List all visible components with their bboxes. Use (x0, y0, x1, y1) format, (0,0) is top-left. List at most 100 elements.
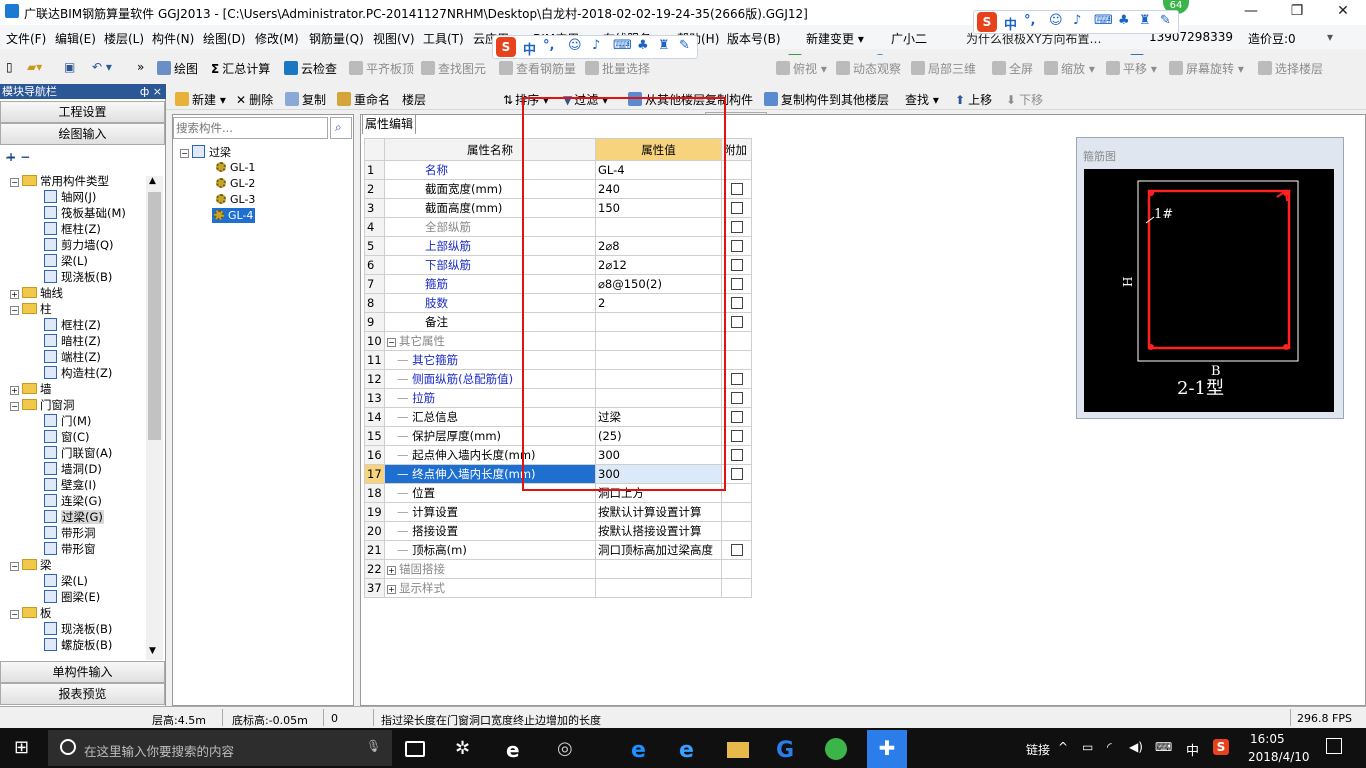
nav-tree-item[interactable]: 梁(L) (0, 253, 146, 269)
property-row[interactable]: 22 + 锚固搭接 (364, 559, 752, 579)
tray-expand-icon[interactable]: ^ (1058, 740, 1068, 754)
additional-checkbox[interactable] (730, 221, 743, 233)
additional-checkbox[interactable] (730, 544, 743, 556)
menu-tools[interactable]: 工具(T) (423, 30, 464, 47)
level-board-button[interactable]: 平齐板顶 (349, 60, 414, 77)
fullscreen-button[interactable]: 全屏 (992, 60, 1033, 77)
property-value-cell[interactable]: 按默认计算设置计算 (595, 502, 722, 522)
nav-tree-item[interactable]: 框柱(Z) (0, 221, 146, 237)
collapse-icon[interactable]: − (10, 402, 19, 411)
property-row[interactable]: 19— 计算设置 按默认计算设置计算 (364, 502, 752, 522)
save-icon[interactable]: ▣ (64, 60, 75, 74)
report-preview-button[interactable]: 报表预览 (0, 683, 165, 705)
rotate-button[interactable]: 屏幕旋转 ▾ (1169, 60, 1244, 77)
draw-button[interactable]: 绘图 (157, 60, 198, 77)
delete-button[interactable]: ✕ 删除 (236, 91, 273, 108)
collapse-icon[interactable]: − (180, 149, 189, 158)
nav-tree-item[interactable]: 连梁(G) (0, 493, 146, 509)
nav-tree-item[interactable]: 圈梁(E) (0, 589, 146, 605)
shirt-icon[interactable]: ♜ (658, 38, 670, 53)
expand-icon[interactable]: + (10, 386, 19, 395)
nav-tree-item[interactable]: 窗(C) (0, 429, 146, 445)
cloud-check-button[interactable]: 云检查 (284, 60, 337, 77)
tree-root[interactable]: − 过梁 (180, 144, 231, 160)
local-3d-button[interactable]: 局部三维 (911, 60, 976, 77)
copy-to-floor-button[interactable]: 复制构件到其他楼层 (764, 91, 889, 108)
component-gl-1[interactable]: GL-1 (216, 161, 255, 174)
expand-all-icon[interactable]: +̶ − (6, 150, 30, 164)
ime-punct-label[interactable]: °, (1024, 13, 1035, 28)
nav-tree-item[interactable]: 门联窗(A) (0, 445, 146, 461)
drawing-input-button[interactable]: 绘图输入 (0, 123, 165, 145)
collapse-icon[interactable]: − (387, 338, 396, 347)
menu-edit[interactable]: 编辑(E) (55, 30, 96, 47)
collapse-icon[interactable]: − (10, 178, 19, 187)
additional-checkbox[interactable] (730, 259, 743, 271)
view-steel-button[interactable]: 查看钢筋量 (499, 60, 576, 77)
wifi-icon[interactable]: ◜ (1107, 740, 1112, 754)
nav-tree-item[interactable]: 构造柱(Z) (0, 365, 146, 381)
ime-indicator[interactable]: 中 (1186, 740, 1199, 759)
voice-icon[interactable]: ♪ (1073, 13, 1081, 28)
menu-file[interactable]: 文件(F) (6, 30, 46, 47)
top-view-button[interactable]: 俯视 ▾ (776, 60, 827, 77)
ime-toolbar-secondary[interactable]: S 中 °, ☺ ♪ ⌨ ♣ ♜ ✎ (973, 10, 1179, 34)
component-search-input[interactable] (173, 117, 328, 139)
ime-toolbar[interactable]: S 中 °, ☺ ♪ ⌨ ♣ ♜ ✎ (492, 35, 698, 59)
windows-start-icon[interactable]: ⊞ (14, 738, 34, 758)
nav-tree-item[interactable]: 端柱(Z) (0, 349, 146, 365)
ime-zh-label[interactable]: 中 (1004, 14, 1017, 33)
expand-icon[interactable]: + (387, 566, 396, 575)
nav-tree-item[interactable]: 过梁(G) (0, 509, 146, 525)
close-button[interactable]: ✕ (1320, 0, 1366, 24)
menu-component[interactable]: 构件(N) (152, 30, 194, 47)
nav-tree-folder[interactable]: + 墙 (0, 381, 146, 397)
collapse-icon[interactable]: − (10, 562, 19, 571)
clock-date[interactable]: 2018/4/10 (1248, 750, 1310, 764)
wrench-icon[interactable]: ✎ (1160, 13, 1171, 28)
open-file-icon[interactable]: ▰▾ (27, 60, 42, 74)
nav-tree-item[interactable]: 剪力墙(Q) (0, 237, 146, 253)
ggj-active-app-icon[interactable]: ✚ (867, 730, 907, 768)
glodon-g-icon[interactable]: G (776, 738, 798, 763)
menu-modify[interactable]: 修改(M) (255, 30, 299, 47)
clock-time[interactable]: 16:05 (1250, 732, 1285, 746)
new-component-button[interactable]: 新建 ▾ (175, 91, 226, 108)
nav-tree-item[interactable]: 轴网(J) (0, 189, 146, 205)
single-input-button[interactable]: 单构件输入 (0, 661, 165, 683)
microphone-icon[interactable]: 🎙 (366, 739, 381, 753)
menu-floor[interactable]: 楼层(L) (104, 30, 144, 47)
collapse-icon[interactable]: − (10, 610, 19, 619)
project-settings-button[interactable]: 工程设置 (0, 101, 165, 123)
minimize-button[interactable]: — (1228, 0, 1274, 24)
skin-icon[interactable]: ♣ (1118, 13, 1130, 28)
batch-select-button[interactable]: 批量选择 (585, 60, 650, 77)
more-chevron-icon[interactable]: » (137, 60, 144, 74)
property-row[interactable]: 20— 搭接设置 按默认搭接设置计算 (364, 521, 752, 541)
emoji-icon[interactable]: ☺ (568, 38, 582, 53)
notification-icon[interactable] (1326, 738, 1342, 754)
nav-tree-item[interactable]: 带形窗 (0, 541, 146, 557)
property-value-cell[interactable] (595, 559, 722, 579)
emoji-icon[interactable]: ☺ (1049, 13, 1063, 28)
nav-tree-folder[interactable]: − 常用构件类型 (0, 173, 146, 189)
rename-button[interactable]: 重命名 (337, 91, 390, 108)
property-row[interactable]: 37 + 显示样式 (364, 578, 752, 598)
scroll-up-icon[interactable]: ▲ (149, 176, 156, 186)
nav-tree-folder[interactable]: − 梁 (0, 557, 146, 573)
component-gl-3[interactable]: GL-3 (216, 193, 255, 206)
new-file-icon[interactable]: ▯ (6, 60, 13, 74)
voice-icon[interactable]: ♪ (592, 38, 600, 53)
zoom-button[interactable]: 缩放 ▾ (1044, 60, 1095, 77)
spiral-app-icon[interactable]: ◎ (557, 738, 579, 760)
property-value-cell[interactable]: 按默认搭接设置计算 (595, 521, 722, 541)
additional-checkbox[interactable] (730, 392, 743, 404)
skin-icon[interactable]: ♣ (637, 38, 649, 53)
sum-button[interactable]: Σ 汇总计算 (211, 60, 270, 77)
keyboard-icon[interactable]: ⌨ (1094, 13, 1113, 28)
find-button[interactable]: 查找 ▾ (905, 91, 939, 108)
move-down-button[interactable]: ⬇ 下移 (1006, 91, 1043, 108)
pan-button[interactable]: 平移 ▾ (1106, 60, 1157, 77)
property-value-cell[interactable] (595, 578, 722, 598)
additional-checkbox[interactable] (730, 411, 743, 423)
